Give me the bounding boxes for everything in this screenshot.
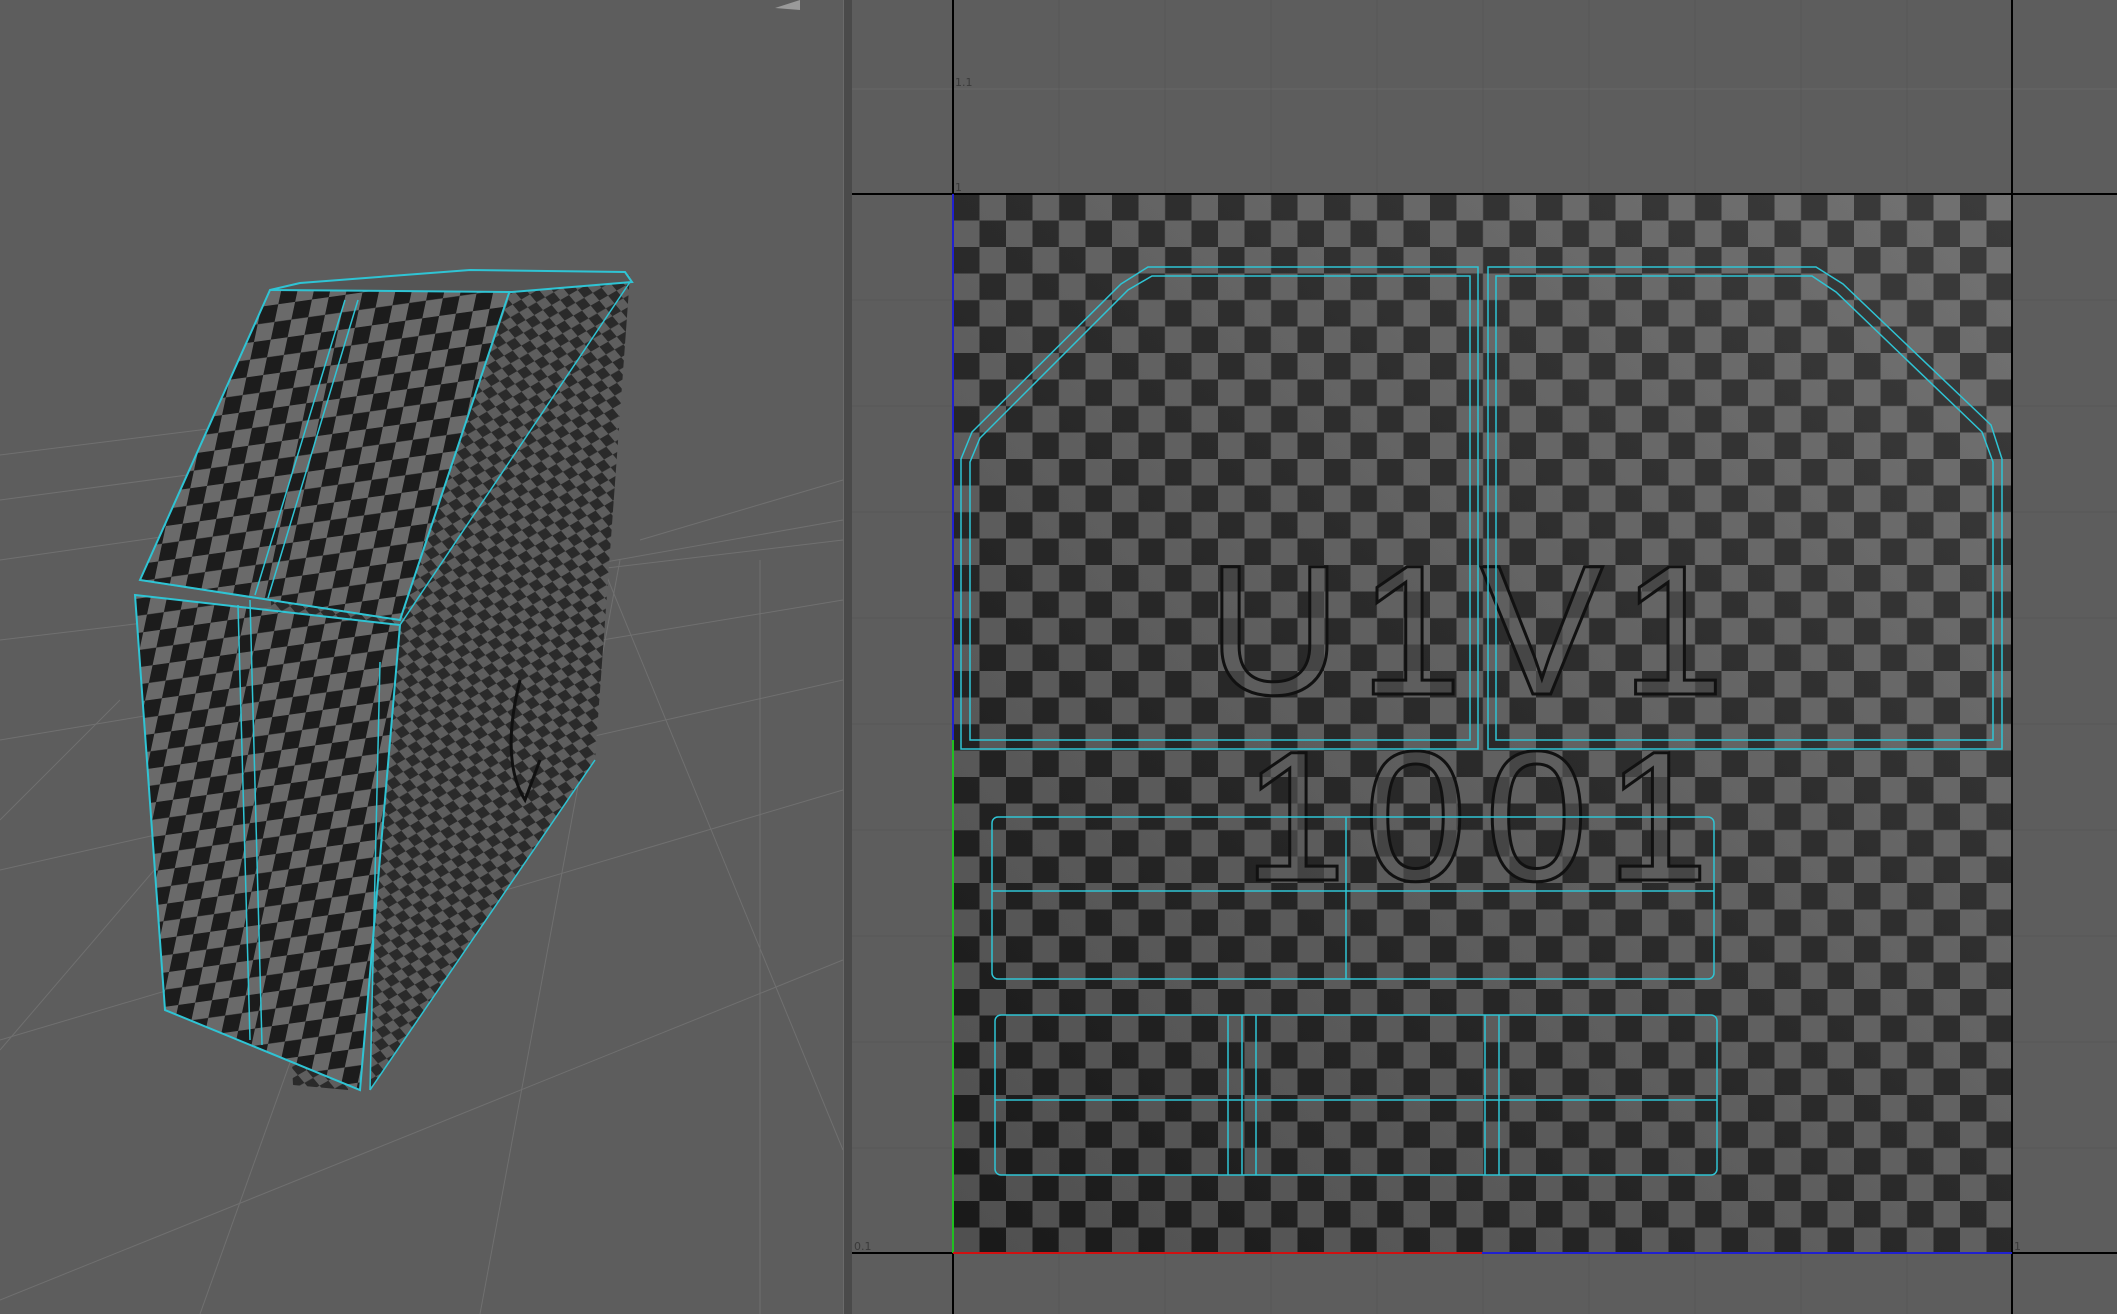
uv-editor[interactable]: U1V1 1001 1.1 1 0.1 1 [852, 0, 2117, 1314]
tile-label-v-1-1: 1.1 [955, 76, 973, 89]
tile-label-u-1: 1 [2014, 1240, 2021, 1253]
texture-text: U1V1 1001 [1206, 527, 1743, 922]
tile-label-u-0-1: 0.1 [854, 1240, 872, 1253]
3d-viewport[interactable] [0, 0, 843, 1314]
texture-text-u1v1: U1V1 [1208, 528, 1743, 734]
view-cube[interactable] [775, 0, 800, 10]
tile-label-v-1: 1 [955, 181, 962, 194]
uv-checker-mesh[interactable] [133, 268, 634, 1092]
uv-canvas: U1V1 1001 1.1 1 0.1 1 [852, 0, 2117, 1314]
3d-scene [0, 0, 843, 1314]
